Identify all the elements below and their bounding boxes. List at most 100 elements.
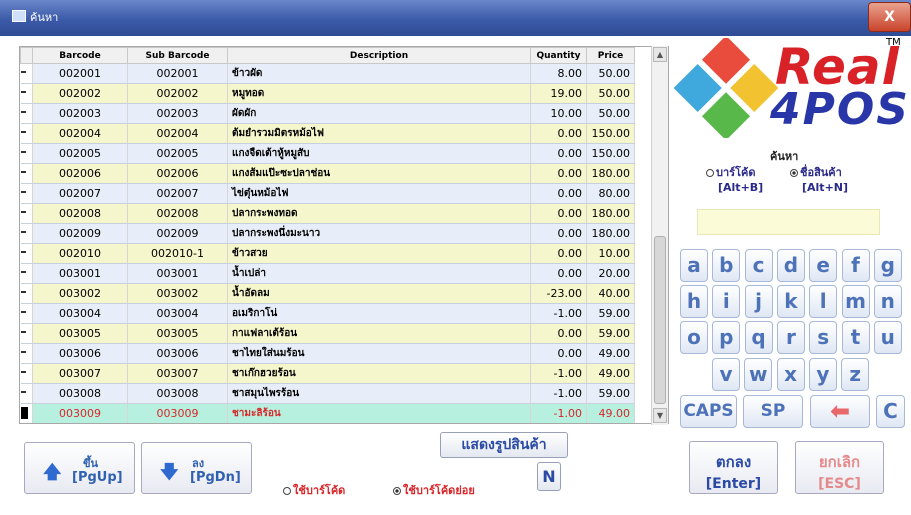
row-marker-icon: [20, 311, 26, 313]
cell-quantity: 0.00: [530, 163, 587, 184]
key-f[interactable]: f: [841, 249, 870, 282]
key-j[interactable]: j: [744, 285, 773, 318]
cancel-button[interactable]: ยกเลิก [ESC]: [795, 441, 884, 494]
key-h[interactable]: h: [680, 285, 708, 318]
cell-sub-barcode: 003007: [127, 363, 228, 384]
key-m[interactable]: m: [841, 285, 870, 318]
use-barcode-label: ใช้บาร์โค้ด: [293, 484, 346, 497]
caps-key[interactable]: CAPS: [680, 395, 737, 428]
row-marker-icon: [20, 331, 26, 333]
row-indicator: [20, 123, 33, 144]
cell-quantity: -23.00: [530, 283, 587, 304]
space-key[interactable]: SP: [743, 395, 803, 428]
key-e[interactable]: e: [809, 249, 838, 282]
table-row[interactable]: 002009 002009 ปลากระพงนึ่งมะนาว 0.00 180.00: [20, 223, 635, 244]
row-marker-icon: [20, 271, 26, 273]
cell-sub-barcode: 003005: [127, 323, 228, 344]
scroll-down-icon[interactable]: ▼: [653, 408, 667, 423]
page-down-button[interactable]: 🡇 ลง [PgDn]: [141, 442, 252, 494]
cell-sub-barcode: 002010-1: [127, 243, 228, 264]
cell-barcode: 002003: [32, 103, 128, 124]
table-row[interactable]: 003006 003006 ชาไทยใส่นมร้อน 0.00 49.00: [20, 343, 635, 364]
key-r[interactable]: r: [776, 321, 805, 354]
key-z[interactable]: z: [841, 358, 870, 391]
clear-key[interactable]: C: [876, 395, 905, 428]
table-row[interactable]: 002003 002003 ผัดผัก 10.00 50.00: [20, 103, 635, 124]
cell-quantity: -1.00: [530, 363, 587, 384]
table-row[interactable]: 003008 003008 ชาสมุนไพรร้อน -1.00 59.00: [20, 383, 635, 404]
row-indicator: [20, 403, 33, 423]
table-row[interactable]: 003005 003005 กาแฟลาเต้ร้อน 0.00 59.00: [20, 323, 635, 344]
page-up-button[interactable]: 🡅 ขึ้น [PgUp]: [24, 442, 135, 494]
cell-sub-barcode: 002009: [127, 223, 228, 244]
col-description[interactable]: Description: [227, 47, 531, 64]
key-q[interactable]: q: [744, 321, 773, 354]
key-t[interactable]: t: [841, 321, 870, 354]
use-sub-barcode-radio[interactable]: ใช้บาร์โค้ดย่อย: [393, 481, 475, 499]
key-p[interactable]: p: [712, 321, 741, 354]
cell-barcode: 003005: [32, 323, 128, 344]
grid-body: 002001 002001 ข้าวผัด 8.00 50.00 002002 002002…: [20, 63, 635, 423]
table-row[interactable]: 002001 002001 ข้าวผัด 8.00 50.00: [20, 63, 635, 84]
scroll-up-icon[interactable]: ▲: [653, 47, 667, 62]
cell-barcode: 003002: [32, 283, 128, 304]
key-v[interactable]: v: [712, 358, 740, 391]
table-row[interactable]: 002006 002006 แกงส้มแป๊ะซะปลาช่อน 0.00 180.0…: [20, 163, 635, 184]
key-d[interactable]: d: [776, 249, 805, 282]
cell-barcode: 002007: [32, 183, 128, 204]
backspace-key[interactable]: ⬅: [810, 395, 870, 428]
key-g[interactable]: g: [873, 249, 902, 282]
table-row[interactable]: 003002 003002 น้ำอัดลม -23.00 40.00: [20, 283, 635, 304]
table-row[interactable]: 003004 003004 อเมริกาโน่ -1.00 59.00: [20, 303, 635, 324]
key-w[interactable]: w: [744, 358, 773, 391]
col-sub-barcode[interactable]: Sub Barcode: [127, 47, 228, 64]
key-l[interactable]: l: [809, 285, 838, 318]
key-s[interactable]: s: [809, 321, 838, 354]
row-indicator: [20, 103, 33, 124]
col-price[interactable]: Price: [586, 47, 635, 64]
key-n[interactable]: n: [873, 285, 902, 318]
cell-description: น้ำอัดลม: [227, 283, 531, 304]
col-barcode[interactable]: Barcode: [32, 47, 128, 64]
row-indicator: [20, 283, 33, 304]
vertical-scrollbar[interactable]: ▲ ▼: [651, 46, 668, 425]
cell-sub-barcode: 003006: [127, 343, 228, 364]
table-row[interactable]: 003007 003007 ชาเก๊กฮวยร้อน -1.00 49.00: [20, 363, 635, 384]
key-y[interactable]: y: [808, 358, 837, 391]
cell-quantity: 0.00: [530, 143, 587, 164]
table-row[interactable]: 003001 003001 น้ำเปล่า 0.00 20.00: [20, 263, 635, 284]
key-x[interactable]: x: [776, 358, 805, 391]
ok-button[interactable]: ตกลง [Enter]: [689, 441, 778, 494]
key-c[interactable]: c: [744, 249, 773, 282]
table-row[interactable]: 002005 002005 แกงจืดเต้าหู้หมูสับ 0.00 150.0…: [20, 143, 635, 164]
show-product-image-button[interactable]: แสดงรูปสินค้า: [440, 432, 568, 458]
row-indicator: [20, 243, 33, 264]
row-indicator: [20, 183, 33, 204]
search-input[interactable]: [697, 209, 880, 235]
scroll-thumb[interactable]: [654, 236, 666, 404]
table-row[interactable]: 002004 002004 ต้มยำรวมมิตรหม้อไฟ 0.00 150.00: [20, 123, 635, 144]
use-barcode-radio[interactable]: ใช้บาร์โค้ด: [283, 481, 345, 499]
product-table: Barcode Sub Barcode Description Quantity…: [20, 47, 635, 423]
row-marker-icon: [20, 91, 26, 93]
table-row[interactable]: 002007 002007 ไข่ตุ๋นหม้อไฟ 0.00 80.00: [20, 183, 635, 204]
row-marker-icon: [20, 211, 26, 213]
n-button[interactable]: N: [537, 462, 561, 491]
ok-shortcut: [Enter]: [705, 476, 762, 492]
key-a[interactable]: a: [680, 249, 708, 282]
table-row[interactable]: 002002 002002 หมูทอด 19.00 50.00: [20, 83, 635, 104]
key-u[interactable]: u: [873, 321, 902, 354]
col-quantity[interactable]: Quantity: [530, 47, 587, 64]
cell-price: 49.00: [586, 363, 635, 384]
close-button[interactable]: X: [868, 2, 911, 32]
search-by-barcode-radio[interactable]: บาร์โค้ด [Alt+B]: [706, 163, 763, 194]
key-i[interactable]: i: [712, 285, 741, 318]
table-row[interactable]: 002010 002010-1 ข้าวสวย 0.00 10.00: [20, 243, 635, 264]
table-row[interactable]: 003009 003009 ชามะลิร้อน -1.00 49.00: [20, 403, 635, 423]
key-b[interactable]: b: [712, 249, 741, 282]
key-k[interactable]: k: [776, 285, 805, 318]
key-o[interactable]: o: [680, 321, 708, 354]
cell-price: 50.00: [586, 83, 635, 104]
search-by-name-radio[interactable]: ชื่อสินค้า [Alt+N]: [790, 163, 848, 194]
table-row[interactable]: 002008 002008 ปลากระพงทอด 0.00 180.00: [20, 203, 635, 224]
